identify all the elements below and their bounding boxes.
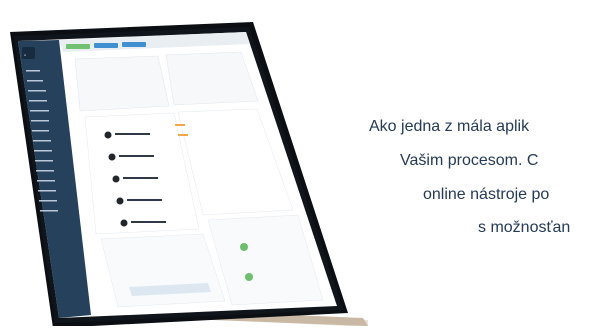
promo-line-4: s možnosťan: [478, 219, 571, 236]
promo-line-3: online nástroje po: [423, 186, 550, 203]
highlight-bar: [175, 124, 185, 126]
status-dot-green: [245, 273, 253, 281]
highlight-bar: [178, 134, 188, 136]
promo-line-1: Ako jedna z mála aplik: [369, 118, 530, 135]
promo-text: Ako jedna z mála aplik Vašim procesom. C…: [360, 112, 594, 252]
laptop-mockup: A: [8, 14, 368, 326]
laptop-frame: A: [10, 22, 368, 326]
status-dot-green: [240, 243, 248, 251]
promo-line-2: Vašim procesom. C: [400, 152, 539, 169]
